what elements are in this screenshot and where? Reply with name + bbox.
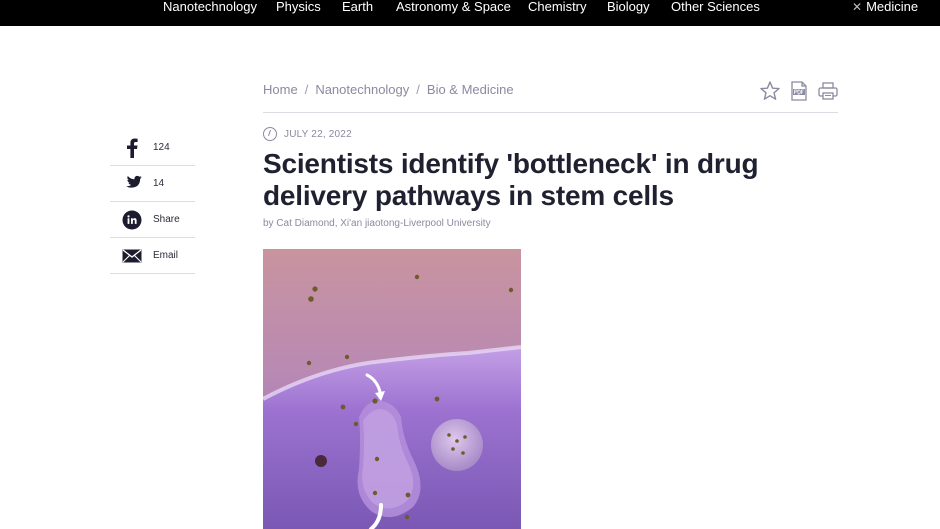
- email-label: Email: [153, 250, 179, 261]
- nav-item-biology[interactable]: Biology: [607, 0, 650, 14]
- header-divider: [263, 112, 838, 113]
- share-twitter-button[interactable]: 14: [110, 166, 195, 202]
- nav-item-medicine[interactable]: ✕ Medicine: [852, 0, 918, 14]
- breadcrumb: Home / Nanotechnology / Bio & Medicine: [263, 82, 514, 97]
- print-icon[interactable]: [817, 80, 839, 102]
- close-icon[interactable]: ✕: [852, 0, 862, 14]
- nav-item-astronomy-space[interactable]: Astronomy & Space: [396, 0, 511, 14]
- clock-icon: [263, 127, 277, 141]
- breadcrumb-nanotechnology[interactable]: Nanotechnology: [315, 82, 409, 97]
- breadcrumb-home[interactable]: Home: [263, 82, 298, 97]
- nav-item-chemistry[interactable]: Chemistry: [528, 0, 587, 14]
- twitter-count: 14: [153, 178, 165, 189]
- facebook-count: 124: [153, 142, 170, 153]
- article-byline: by Cat Diamond, Xi'an jiaotong-Liverpool…: [263, 218, 491, 229]
- pdf-icon[interactable]: [789, 80, 809, 102]
- share-email-button[interactable]: Email: [110, 238, 195, 274]
- breadcrumb-separator: /: [416, 82, 420, 97]
- linkedin-label: Share: [153, 214, 180, 225]
- article-image[interactable]: [263, 249, 521, 529]
- nav-item-earth[interactable]: Earth: [342, 0, 373, 14]
- nav-item-other-sciences[interactable]: Other Sciences: [671, 0, 760, 14]
- top-navigation-bar: Nanotechnology Physics Earth Astronomy &…: [0, 0, 940, 26]
- share-linkedin-button[interactable]: Share: [110, 202, 195, 238]
- nav-item-medicine-label: Medicine: [866, 0, 919, 14]
- article-title: Scientists identify 'bottleneck' in drug…: [263, 148, 759, 211]
- breadcrumb-bio-medicine[interactable]: Bio & Medicine: [427, 82, 514, 97]
- facebook-icon: [110, 138, 153, 158]
- linkedin-icon: [110, 210, 153, 230]
- share-sidebar: 124 14 Share Email: [110, 130, 195, 274]
- twitter-icon: [110, 175, 153, 192]
- nav-item-physics[interactable]: Physics: [276, 0, 321, 14]
- email-icon: [110, 248, 153, 263]
- share-facebook-button[interactable]: 124: [110, 130, 195, 166]
- article-date: JULY 22, 2022: [263, 127, 352, 141]
- star-icon[interactable]: [759, 80, 781, 102]
- nav-item-nanotechnology[interactable]: Nanotechnology: [163, 0, 257, 14]
- article-date-text: JULY 22, 2022: [284, 128, 352, 140]
- breadcrumb-separator: /: [304, 82, 309, 97]
